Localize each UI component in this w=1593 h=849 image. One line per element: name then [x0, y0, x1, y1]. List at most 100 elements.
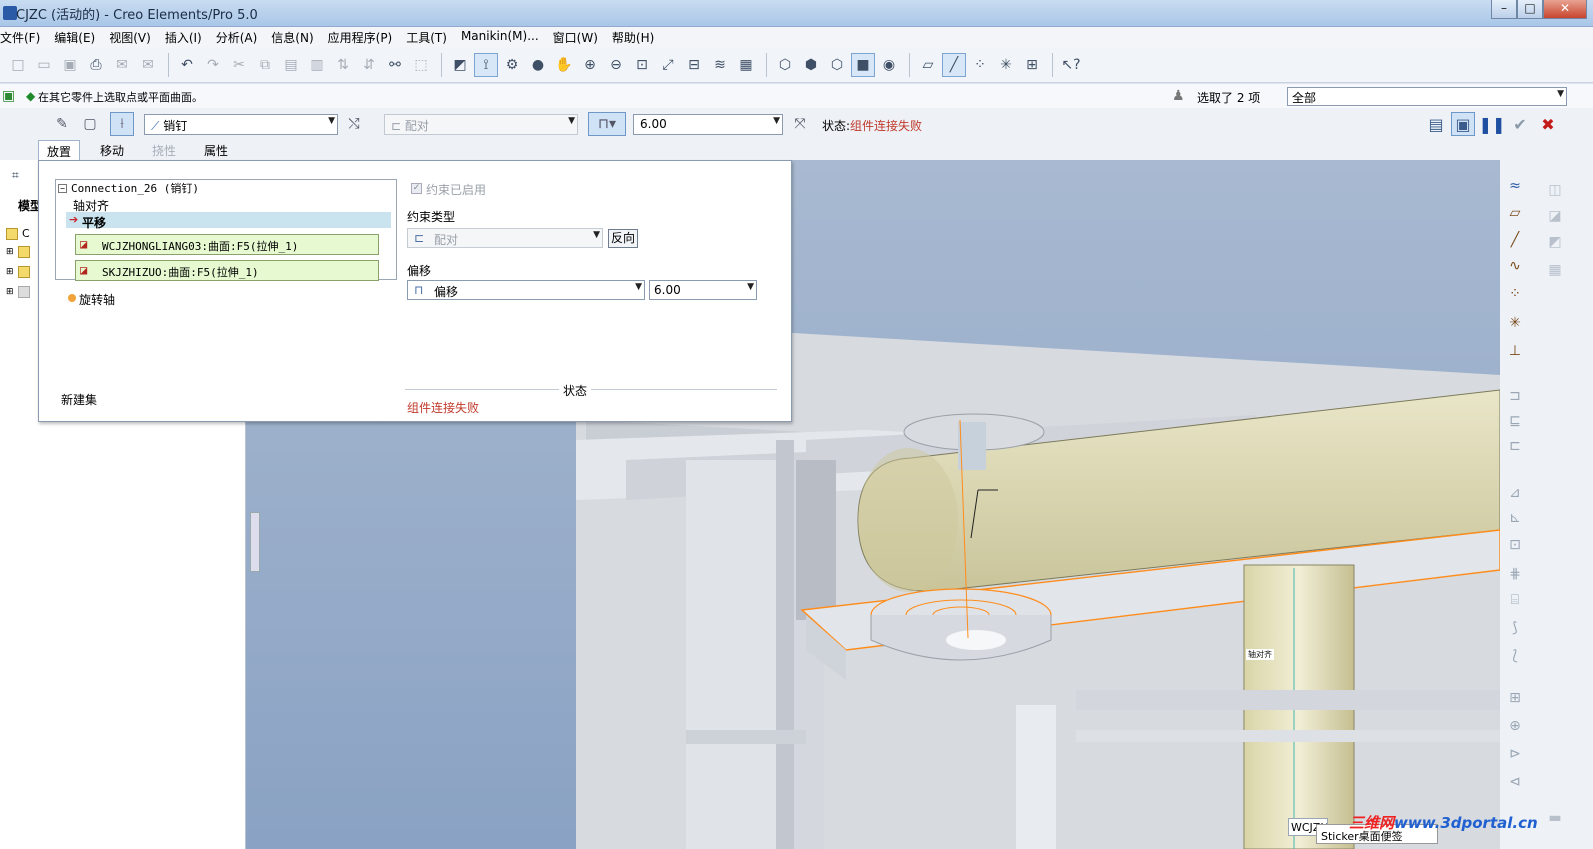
rotation-axis-item[interactable]: 旋转轴	[79, 291, 115, 308]
constraint-type-select[interactable]: ⊏ 配对 ▼	[407, 228, 603, 248]
tab-placement[interactable]: 放置	[38, 140, 81, 160]
pan-icon[interactable]: ✋	[552, 53, 576, 77]
paste-icon[interactable]: ▤	[279, 53, 303, 77]
tree-item-root[interactable]: C	[6, 227, 30, 240]
datum-axis-icon[interactable]: ╱	[1504, 232, 1526, 254]
menu-manikin[interactable]: Manikin(M)...	[461, 27, 545, 47]
reference-2[interactable]: ◪ SKJZHIZUO:曲面:F5(拉伸_1)	[75, 260, 379, 281]
maximize-button[interactable]: □	[1517, 0, 1543, 19]
view-manager-icon[interactable]: ⚙	[500, 53, 524, 77]
layers-icon[interactable]: ≋	[708, 53, 732, 77]
menu-applications[interactable]: 应用程序(P)	[328, 27, 399, 47]
undo-icon[interactable]: ↶	[175, 53, 199, 77]
connection-mode-icon[interactable]: ⟊	[110, 112, 134, 136]
selected-row-highlight[interactable]	[66, 212, 391, 228]
menu-insert[interactable]: 插入(I)	[165, 27, 208, 47]
draft-icon[interactable]: ⊿	[1504, 485, 1526, 507]
confirm-icon[interactable]: ✔	[1508, 112, 1532, 136]
offset-value-field[interactable]: 6.00 ▼	[649, 280, 757, 300]
coordinate-system-icon[interactable]: ✳	[1504, 315, 1526, 337]
menu-window[interactable]: 窗口(W)	[553, 27, 604, 47]
copy-icon[interactable]: ⧉	[253, 53, 277, 77]
datum-axes-icon[interactable]: ╱	[942, 52, 966, 77]
scroll-down-icon[interactable]: ▬	[1544, 810, 1566, 832]
print-icon[interactable]: ⎙	[84, 53, 108, 77]
extend-icon[interactable]: ⟆	[1504, 620, 1526, 642]
refit-icon[interactable]: ⊡	[630, 53, 654, 77]
rib-icon[interactable]: ⊏	[1504, 438, 1526, 460]
collapse-icon[interactable]: −	[58, 183, 67, 193]
redo-icon[interactable]: ↷	[201, 53, 225, 77]
constraint-select[interactable]: ⊏ 配对 ▼	[384, 114, 578, 135]
merge-icon[interactable]: ⊳	[1504, 746, 1526, 768]
selection-filter[interactable]: 全部 ▼	[1287, 87, 1567, 106]
enhanced-realism-icon[interactable]: ◉	[877, 53, 901, 77]
revolve-icon[interactable]: ◪	[1544, 208, 1566, 230]
analysis-feature-icon[interactable]: ⊥	[1504, 343, 1526, 365]
open-icon[interactable]: ▭	[32, 53, 56, 77]
tree-item[interactable]: ⊞	[6, 286, 34, 298]
wireframe-icon[interactable]: ⬡	[773, 53, 797, 77]
reorient-icon[interactable]: ⤢	[656, 53, 680, 77]
connection-set[interactable]: − Connection_26 (销钉)	[58, 180, 199, 196]
pause-icon[interactable]: ❚❚	[1479, 112, 1506, 136]
datum-planes-icon[interactable]: ▱	[916, 53, 940, 77]
regenerate-icon[interactable]: ⇅	[331, 53, 355, 77]
menu-info[interactable]: 信息(N)	[271, 27, 319, 47]
no-hidden-icon[interactable]: ⬡	[825, 53, 849, 77]
tree-item[interactable]: ⊞	[6, 266, 34, 278]
offset-type-select[interactable]: ⊓ 偏移 ▼	[407, 280, 645, 300]
round-icon[interactable]: ⊾	[1504, 510, 1526, 532]
connection-type-select[interactable]: ⟋ 销钉 ▼	[144, 114, 338, 135]
menu-file[interactable]: 文件(F)	[0, 27, 46, 47]
datum-point-icon[interactable]: ⁘	[1504, 286, 1526, 308]
saved-views-icon[interactable]: ⊟	[682, 53, 706, 77]
trim-icon[interactable]: ⟅	[1504, 648, 1526, 670]
menu-help[interactable]: 帮助(H)	[612, 27, 660, 47]
intersect-icon[interactable]: ⊲	[1504, 774, 1526, 796]
datum-plane-icon[interactable]: ▱	[1504, 205, 1526, 227]
coordinate-systems-icon[interactable]: ✳	[994, 53, 1018, 77]
reference-1[interactable]: ◪ WCJZHONGLIANG03:曲面:F5(拉伸_1)	[75, 234, 379, 255]
paste-special-icon[interactable]: ▥	[305, 53, 329, 77]
model-tree-icon[interactable]: ⌗	[12, 168, 32, 186]
pattern-icon[interactable]: ⋕	[1504, 566, 1526, 588]
package-icon[interactable]: ▢	[78, 112, 102, 136]
offset-value-input[interactable]: 6.00 ▼	[633, 114, 783, 135]
find-icon[interactable]: ⚯	[383, 53, 407, 77]
appearance-icon[interactable]: ▦	[734, 53, 758, 77]
regen-manager-icon[interactable]: ⇵	[357, 53, 381, 77]
extrude-icon[interactable]: ◫	[1544, 182, 1566, 204]
datum-curve-icon[interactable]: ∿	[1504, 258, 1526, 280]
menu-tools[interactable]: 工具(T)	[406, 27, 453, 47]
tab-move[interactable]: 移动	[92, 140, 132, 160]
blend-icon[interactable]: ▦	[1544, 262, 1566, 284]
display-style-icon[interactable]: ●	[526, 53, 550, 77]
email-icon[interactable]: ✉	[110, 53, 134, 77]
spin-center-icon[interactable]: ⟟	[474, 52, 498, 77]
constraint-enabled-checkbox[interactable]: ✓	[411, 183, 422, 194]
offset-icon[interactable]: ⊞	[1504, 690, 1526, 712]
flip-button[interactable]: 反向	[608, 229, 638, 248]
hole-icon[interactable]: ⊐	[1504, 388, 1526, 410]
shell-icon[interactable]: ⊑	[1504, 413, 1526, 435]
tree-item[interactable]: ⊞	[6, 246, 34, 258]
datum-display-icon[interactable]: ◩	[448, 53, 472, 77]
sash-handle[interactable]	[250, 512, 260, 572]
datum-points-icon[interactable]: ⁘	[968, 53, 992, 77]
zoom-in-icon[interactable]: ⊕	[578, 53, 602, 77]
new-set-link[interactable]: 新建集	[61, 391, 97, 408]
select-box-icon[interactable]: ⬚	[409, 53, 433, 77]
separate-window-icon[interactable]: ▤	[1424, 112, 1448, 136]
cancel-icon[interactable]: ✖	[1536, 112, 1560, 136]
flip-connection-icon[interactable]: ⤭	[342, 112, 366, 136]
zoom-out-icon[interactable]: ⊖	[604, 53, 628, 77]
tab-flexibility[interactable]: 挠性	[144, 140, 184, 160]
flip-direction-icon[interactable]: ⤧	[788, 112, 812, 136]
mirror-icon[interactable]: ⌸	[1504, 592, 1526, 614]
hidden-line-icon[interactable]: ⬢	[799, 53, 823, 77]
offset-type-button[interactable]: ⊓▾	[588, 112, 626, 136]
sketch-icon[interactable]: ≈	[1504, 178, 1526, 200]
shading-icon[interactable]: ■	[851, 52, 875, 77]
minimize-button[interactable]: –	[1491, 0, 1517, 19]
